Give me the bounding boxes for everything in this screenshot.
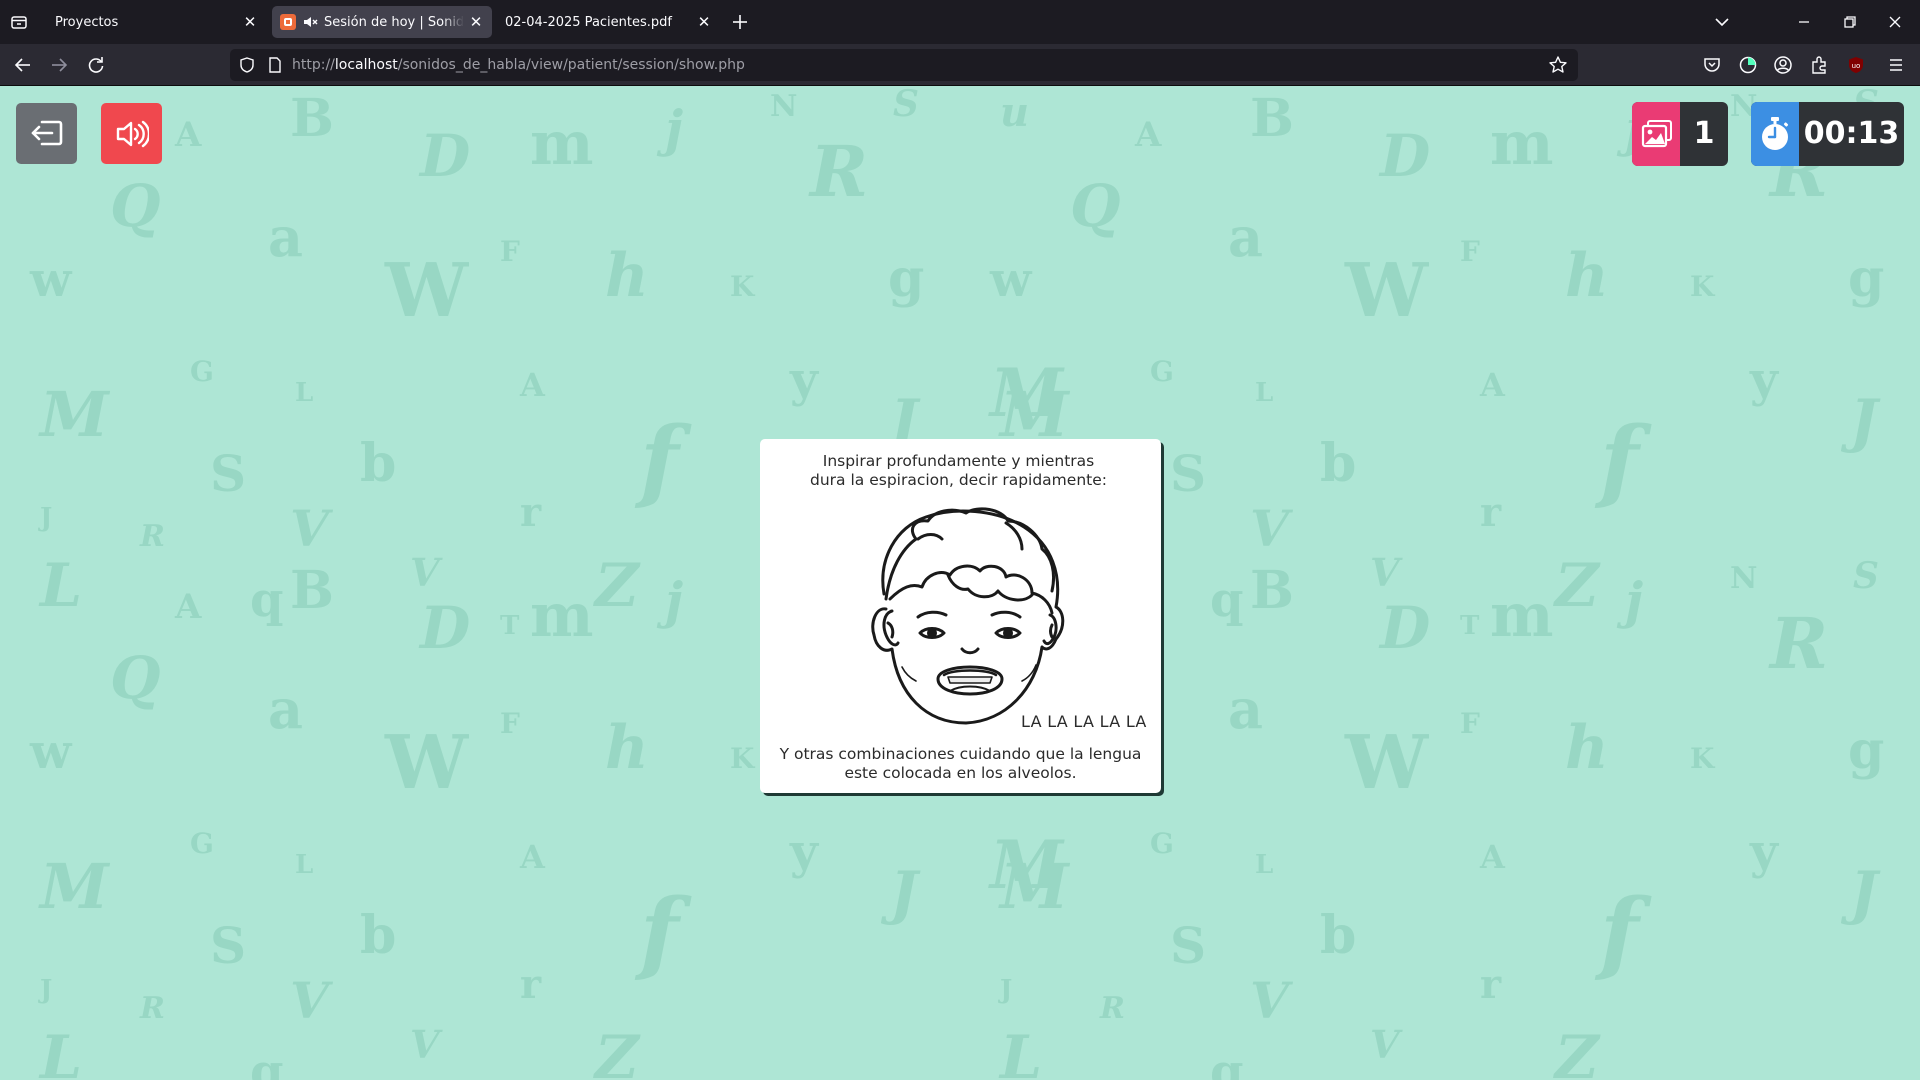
practice-syllables: LA LA LA LA LA: [1021, 712, 1147, 731]
svg-text:T: T: [500, 611, 520, 641]
restore-icon[interactable]: [1839, 11, 1861, 33]
svg-text:a: a: [268, 205, 303, 269]
url-path: /sonidos_de_habla/view/patient/session/s…: [397, 57, 745, 73]
star-icon[interactable]: [1548, 55, 1568, 75]
page-info-icon[interactable]: [266, 56, 284, 74]
svg-text:R: R: [808, 130, 868, 213]
child-face-illustration: [871, 507, 1065, 725]
tab-list-chevron-icon[interactable]: [1711, 11, 1733, 33]
footer-line-2: este colocada en los alveolos.: [844, 764, 1077, 782]
session-page: A B D m j N S u Q a F h K R g w W G L A …: [0, 86, 1920, 1080]
account-icon[interactable]: [1772, 54, 1794, 76]
url-host: localhost: [334, 57, 398, 73]
svg-text:L: L: [38, 551, 82, 621]
back-icon[interactable]: [12, 54, 34, 76]
images-counter-badge: 1: [1632, 102, 1728, 166]
xampp-favicon-icon: [280, 14, 296, 30]
svg-text:R: R: [139, 519, 165, 554]
svg-text:S: S: [893, 86, 919, 125]
session-timer-badge: 00:13: [1751, 102, 1904, 166]
muted-speaker-icon[interactable]: [302, 14, 318, 30]
timer-icon-box: [1751, 102, 1799, 166]
svg-text:B: B: [290, 88, 334, 149]
svg-text:u: u: [1000, 89, 1029, 136]
timer-value: 00:13: [1803, 116, 1900, 151]
tab-proyectos[interactable]: Proyectos ✕: [42, 6, 266, 38]
svg-text:M: M: [38, 378, 111, 451]
extensions-icon[interactable]: [1808, 54, 1830, 76]
ublock-icon[interactable]: uo: [1845, 54, 1867, 76]
svg-text:q: q: [250, 572, 284, 628]
stopwatch-icon: [1762, 117, 1789, 150]
svg-text:D: D: [418, 122, 470, 190]
svg-text:y: y: [789, 352, 820, 408]
svg-text:Z: Z: [593, 551, 641, 621]
svg-text:j: j: [656, 99, 683, 158]
play-sound-button[interactable]: [101, 103, 162, 164]
svg-text:W: W: [384, 248, 469, 334]
close-tab-icon[interactable]: ✕: [242, 14, 258, 30]
close-tab-icon[interactable]: ✕: [696, 14, 712, 30]
tab-pacientes-pdf[interactable]: 02-04-2025 Pacientes.pdf ✕: [496, 6, 720, 38]
svg-text:S: S: [210, 444, 246, 503]
svg-text:b: b: [360, 433, 396, 494]
browser-tab-bar: Proyectos ✕ Sesión de hoy | Sonidos del …: [0, 0, 1920, 44]
svg-text:h: h: [605, 241, 649, 311]
svg-text:w: w: [29, 252, 73, 308]
images-count: 1: [1693, 116, 1715, 151]
svg-text:A: A: [174, 115, 202, 155]
address-bar[interactable]: http://localhost/sonidos_de_habla/view/p…: [230, 49, 1578, 81]
svg-text:K: K: [730, 270, 756, 303]
svg-text:J: J: [38, 503, 52, 533]
svg-text:g: g: [888, 248, 924, 309]
svg-text:G: G: [190, 355, 214, 388]
svg-text:r: r: [520, 489, 542, 536]
pocket-icon[interactable]: [1701, 54, 1723, 76]
svg-text:V: V: [290, 499, 334, 558]
footer-line-1: Y otras combinaciones cuidando que la le…: [779, 745, 1142, 763]
url-scheme: http://: [292, 57, 335, 73]
svg-text:V: V: [410, 550, 443, 595]
exit-icon: [31, 120, 63, 146]
svg-text:uo: uo: [1852, 62, 1861, 70]
forward-icon[interactable]: [48, 54, 70, 76]
new-tab-icon[interactable]: [728, 10, 752, 34]
browser-nav-bar: http://localhost/sonidos_de_habla/view/p…: [0, 44, 1920, 86]
instruction-line-1: Inspirar profundamente y mientras: [822, 452, 1095, 470]
reload-icon[interactable]: [85, 54, 107, 76]
svg-text:f: f: [634, 407, 692, 513]
sync-icon[interactable]: [1737, 54, 1759, 76]
shield-icon[interactable]: [238, 56, 256, 74]
tab-title: Sesión de hoy | Sonidos del habla: [324, 14, 464, 30]
svg-text:L: L: [295, 378, 313, 408]
close-tab-icon[interactable]: ✕: [468, 14, 484, 30]
close-window-icon[interactable]: [1884, 11, 1906, 33]
exercise-card: Inspirar profundamente y mientras dura l…: [760, 439, 1161, 793]
svg-text:A: A: [519, 366, 546, 404]
svg-text:F: F: [500, 235, 520, 268]
minimize-icon[interactable]: [1793, 11, 1815, 33]
list-all-tabs-icon[interactable]: [10, 13, 28, 31]
url-text[interactable]: http://localhost/sonidos_de_habla/view/p…: [292, 57, 745, 73]
tab-title: 02-04-2025 Pacientes.pdf: [505, 14, 672, 30]
instruction-line-2: dura la espiracion, decir rapidamente:: [810, 471, 1107, 489]
menu-icon[interactable]: [1885, 54, 1907, 76]
svg-text:m: m: [530, 109, 594, 179]
tab-sesion-de-hoy[interactable]: Sesión de hoy | Sonidos del habla ✕: [272, 6, 492, 38]
svg-text:N: N: [770, 89, 797, 124]
images-icon-box: [1632, 102, 1680, 166]
svg-text:Q: Q: [110, 172, 161, 240]
tab-title: Proyectos: [55, 14, 119, 30]
exit-session-button[interactable]: [16, 103, 77, 164]
images-icon: [1641, 120, 1672, 148]
speaker-icon: [116, 120, 149, 148]
